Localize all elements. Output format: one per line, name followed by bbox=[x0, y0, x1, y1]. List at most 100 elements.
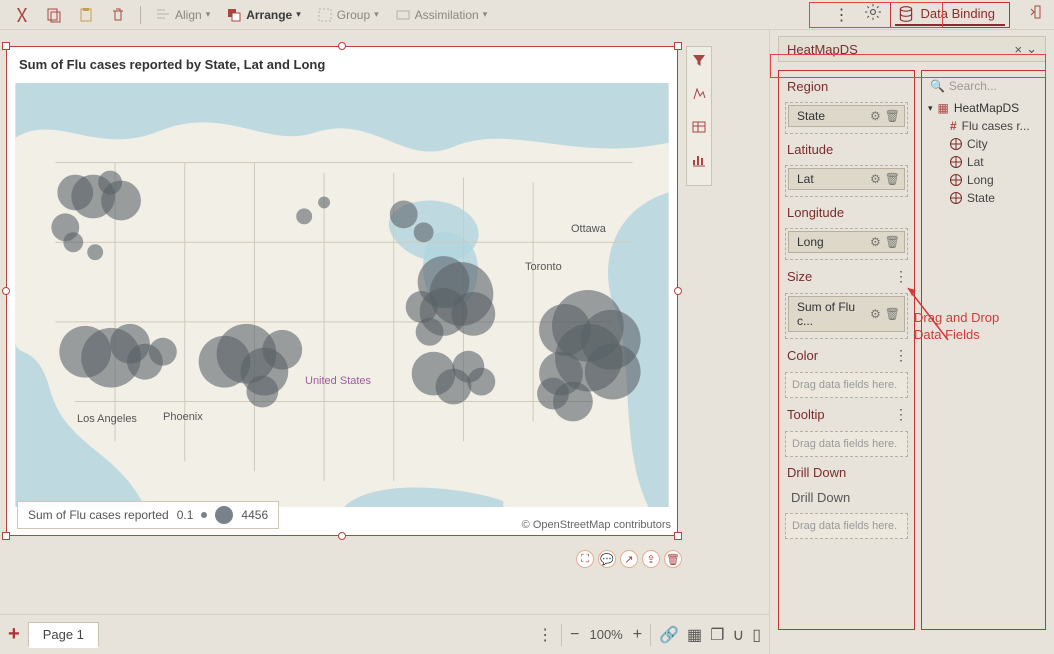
map-viewport[interactable]: Ottawa Toronto United States Los Angeles… bbox=[15, 83, 669, 507]
trash-icon[interactable]: 🗑 bbox=[885, 172, 900, 186]
panel-toggle-button[interactable] bbox=[1022, 4, 1046, 25]
map-widget[interactable]: Sum of Flu cases reported by State, Lat … bbox=[6, 46, 678, 536]
align-label: Align bbox=[175, 8, 202, 22]
legend: Sum of Flu cases reported 0.1 4456 bbox=[17, 501, 279, 529]
link-button[interactable]: 🔗 bbox=[659, 625, 679, 645]
group-label: Group bbox=[337, 8, 370, 22]
globe-icon bbox=[950, 156, 962, 168]
shelf-color-menu[interactable]: ⋮ bbox=[894, 347, 908, 364]
page-tab-1[interactable]: Page 1 bbox=[28, 622, 99, 648]
cut-button[interactable] bbox=[8, 5, 36, 25]
layers-button[interactable]: ❐ bbox=[710, 625, 724, 645]
assimilation-icon bbox=[395, 7, 411, 23]
zoom-value: 100% bbox=[589, 627, 622, 642]
gear-icon[interactable]: ⚙ bbox=[870, 307, 881, 321]
copy-button[interactable] bbox=[40, 5, 68, 25]
paste-button[interactable] bbox=[72, 5, 100, 25]
binding-shelves: Region State⚙🗑 Latitude Lat⚙🗑 Longitude … bbox=[778, 70, 915, 630]
add-page-button[interactable]: + bbox=[8, 623, 20, 646]
shelf-region-chip[interactable]: State⚙🗑 bbox=[788, 105, 905, 127]
gear-icon[interactable]: ⚙ bbox=[870, 172, 881, 186]
shelf-longitude-label: Longitude bbox=[785, 203, 908, 222]
globe-icon bbox=[950, 192, 962, 204]
align-icon bbox=[155, 7, 171, 23]
copy-icon bbox=[46, 7, 62, 23]
data-button[interactable] bbox=[691, 119, 707, 140]
group-dropdown[interactable]: Group▾ bbox=[311, 5, 385, 25]
shelf-latitude-label: Latitude bbox=[785, 140, 908, 159]
database-icon bbox=[897, 5, 915, 23]
gear-icon[interactable]: ⚙ bbox=[870, 109, 881, 123]
shelf-tooltip-dropzone[interactable]: Drag data fields here. bbox=[785, 431, 908, 457]
map-attribution: © OpenStreetMap contributors bbox=[522, 519, 671, 531]
shelf-latitude-chip[interactable]: Lat⚙🗑 bbox=[788, 168, 905, 190]
zoom-control: − 100% + bbox=[570, 626, 642, 644]
mobile-preview-button[interactable]: ▯ bbox=[752, 625, 761, 645]
canvas-area[interactable]: Sum of Flu cases reported by State, Lat … bbox=[0, 30, 769, 614]
page-menu[interactable]: ⋮ bbox=[537, 625, 553, 645]
field-root[interactable]: ▾▦HeatMapDS bbox=[928, 99, 1039, 117]
arrange-dropdown[interactable]: Arrange▾ bbox=[220, 5, 307, 25]
field-search[interactable]: 🔍 Search... bbox=[928, 77, 1039, 99]
shelf-longitude-chip[interactable]: Long⚙🗑 bbox=[788, 231, 905, 253]
shelf-size-label: Size⋮ bbox=[785, 266, 908, 287]
data-binding-tab[interactable]: Data Binding bbox=[890, 2, 1010, 28]
fullscreen-button[interactable]: ⛶ bbox=[576, 550, 594, 568]
datasource-chevron-icon[interactable]: ⌄ bbox=[1026, 41, 1037, 57]
arrange-label: Arrange bbox=[246, 8, 292, 22]
legend-max: 4456 bbox=[241, 508, 268, 522]
grid-button[interactable]: ▦ bbox=[687, 625, 702, 645]
more-menu[interactable]: ⋮ bbox=[828, 5, 856, 25]
group-icon bbox=[317, 7, 333, 23]
field-item[interactable]: Lat bbox=[928, 153, 1039, 171]
field-item[interactable]: State bbox=[928, 189, 1039, 207]
zoom-out-button[interactable]: − bbox=[570, 626, 579, 644]
shelf-region-label: Region bbox=[785, 77, 908, 96]
widget-actions: ⛶ 💬 ↗ ⇪ 🗑 bbox=[576, 550, 682, 568]
assimilation-label: Assimilation bbox=[415, 8, 479, 22]
top-toolbar: Align▾ Arrange▾ Group▾ Assimilation▾ ⋮ D… bbox=[0, 0, 1054, 30]
shelf-tooltip-label: Tooltip⋮ bbox=[785, 404, 908, 425]
shelf-tooltip-menu[interactable]: ⋮ bbox=[894, 406, 908, 423]
shelf-drilldown-sublabel: Drill Down bbox=[785, 488, 908, 507]
delete-widget-button[interactable]: 🗑 bbox=[664, 550, 682, 568]
legend-label: Sum of Flu cases reported bbox=[28, 508, 169, 522]
comment-button[interactable]: 💬 bbox=[598, 550, 616, 568]
shelf-size-menu[interactable]: ⋮ bbox=[894, 268, 908, 285]
shelf-drilldown-label: Drill Down bbox=[785, 463, 908, 482]
align-dropdown[interactable]: Align▾ bbox=[149, 5, 216, 25]
sort-button[interactable] bbox=[691, 86, 707, 107]
gear-icon[interactable]: ⚙ bbox=[870, 235, 881, 249]
paste-icon bbox=[78, 7, 94, 23]
settings-button[interactable] bbox=[860, 3, 886, 26]
snap-button[interactable]: ∪ bbox=[732, 625, 744, 645]
trash-icon[interactable]: 🗑 bbox=[885, 307, 900, 321]
zoom-in-button[interactable]: + bbox=[633, 626, 642, 644]
filter-button[interactable] bbox=[691, 53, 707, 74]
label-us: United States bbox=[305, 375, 371, 387]
shelf-color-dropzone[interactable]: Drag data fields here. bbox=[785, 372, 908, 398]
shelf-size-chip[interactable]: Sum of Flu c...⚙🗑 bbox=[788, 296, 905, 332]
delete-button[interactable] bbox=[104, 5, 132, 25]
map-svg bbox=[15, 83, 669, 507]
datasource-selector[interactable]: HeatMapDS × ⌄ bbox=[778, 36, 1046, 62]
chart-button[interactable] bbox=[691, 152, 707, 173]
bar-chart-icon bbox=[691, 152, 707, 168]
field-item[interactable]: City bbox=[928, 135, 1039, 153]
shelf-drilldown-dropzone[interactable]: Drag data fields here. bbox=[785, 513, 908, 539]
export-button[interactable]: ⇪ bbox=[642, 550, 660, 568]
widget-side-toolbar bbox=[686, 46, 712, 186]
globe-icon bbox=[950, 138, 962, 150]
arrange-icon bbox=[226, 7, 242, 23]
trash-icon[interactable]: 🗑 bbox=[885, 235, 900, 249]
assimilation-dropdown[interactable]: Assimilation▾ bbox=[389, 5, 494, 25]
field-item[interactable]: #Flu cases r... bbox=[928, 117, 1039, 135]
field-item[interactable]: Long bbox=[928, 171, 1039, 189]
trash-icon bbox=[110, 7, 126, 23]
clear-datasource-button[interactable]: × bbox=[1011, 42, 1027, 57]
globe-icon bbox=[950, 174, 962, 186]
share-button[interactable]: ↗ bbox=[620, 550, 638, 568]
panel-toggle-icon bbox=[1026, 4, 1042, 20]
sort-icon bbox=[691, 86, 707, 102]
trash-icon[interactable]: 🗑 bbox=[885, 109, 900, 123]
